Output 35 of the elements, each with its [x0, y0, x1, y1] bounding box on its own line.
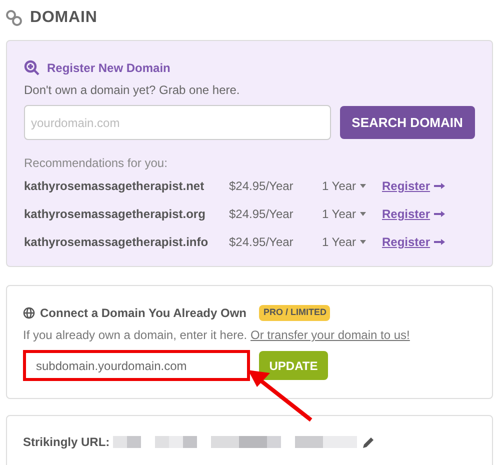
caret-icon [360, 184, 366, 188]
connect-description: If you already own a domain, enter it here. Or transfer your domain to us! [23, 327, 411, 344]
register-title: Register New Domain [47, 60, 170, 77]
connect-title: Connect a Domain You Already Own [40, 305, 246, 322]
term-dropdown[interactable]: 1 Year [322, 205, 382, 223]
domain-price: $24.95/Year [229, 206, 294, 223]
url-label: Strikingly URL: [23, 434, 110, 451]
domain-name: kathyrosemassagetherapist.info [24, 234, 210, 251]
arrow-right-icon [434, 239, 446, 245]
register-link[interactable]: Register [382, 205, 430, 223]
recommendations-label: Recommendations for you: [24, 155, 168, 172]
arrow-right-icon [434, 211, 446, 217]
register-link[interactable]: Register [382, 177, 430, 195]
domain-name: kathyrosemassagetherapist.net [24, 178, 206, 195]
domain-search-field[interactable]: yourdomain.com [24, 105, 331, 140]
term-dropdown[interactable]: 1 Year [322, 177, 382, 195]
caret-icon [360, 212, 366, 216]
section-title: DOMAIN [30, 8, 98, 28]
domain-name: kathyrosemassagetherapist.org [24, 206, 206, 223]
zoom-in-icon [24, 60, 40, 76]
register-subtitle: Don't own a domain yet? Grab one here. [24, 82, 241, 99]
link-icon [6, 10, 22, 26]
domain-field[interactable]: subdomain.yourdomain.com [23, 350, 250, 381]
pencil-icon[interactable] [362, 436, 374, 448]
plan-badge: PRO / LIMITED [259, 305, 330, 321]
search-domain-button[interactable]: SEARCH DOMAIN [340, 106, 475, 139]
transfer-link[interactable]: Or transfer your domain to us! [250, 328, 410, 342]
globe-icon [23, 307, 35, 319]
annotation-arrow [248, 370, 313, 422]
caret-icon [360, 240, 366, 244]
register-link[interactable]: Register [382, 233, 430, 251]
domain-price: $24.95/Year [229, 178, 294, 195]
term-dropdown[interactable]: 1 Year [322, 233, 382, 251]
arrow-right-icon [434, 183, 446, 189]
domain-price: $24.95/Year [229, 234, 294, 251]
